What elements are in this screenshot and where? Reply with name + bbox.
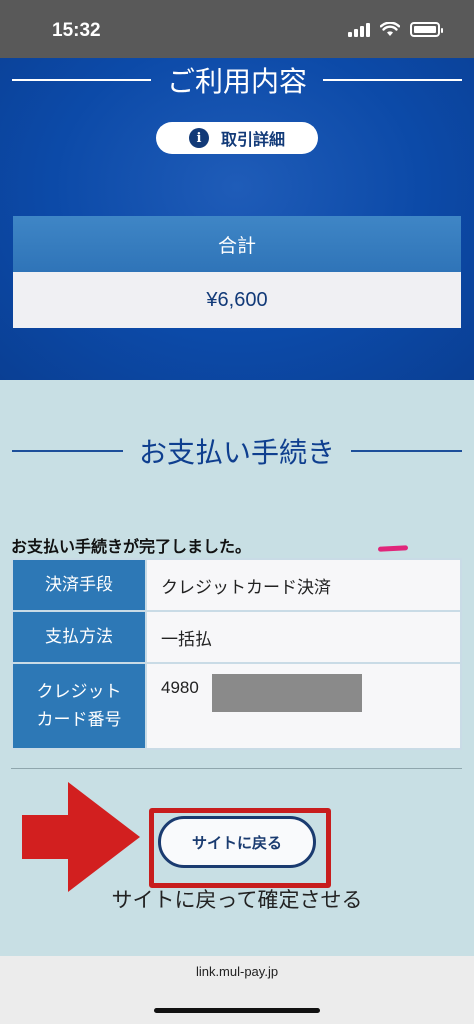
wifi-icon <box>380 22 400 36</box>
usage-section: ご利用内容 i 取引詳細 合計 ¥6,600 <box>0 58 474 380</box>
usage-heading-text: ご利用内容 <box>167 65 308 98</box>
table-row: 決済手段 クレジットカード決済 <box>11 558 462 612</box>
total-value: ¥6,600 <box>13 272 461 328</box>
transaction-detail-button[interactable]: i 取引詳細 <box>156 122 318 154</box>
heading-line-right <box>323 79 463 81</box>
card-number-label: クレジット カード番号 <box>11 662 147 750</box>
payment-complete-message: お支払い手続きが完了しました。 <box>11 537 252 556</box>
battery-icon <box>410 22 443 37</box>
section-divider <box>11 768 462 769</box>
signal-bars-icon <box>348 22 370 37</box>
payment-heading: お支払い手続き <box>0 430 474 472</box>
back-to-site-button[interactable]: サイトに戻る <box>158 816 316 868</box>
pink-highlight-mark <box>377 545 409 552</box>
card-number-value: 4980 <box>145 662 462 750</box>
payment-plan-label: 支払方法 <box>11 610 147 664</box>
status-bar: 15:32 <box>0 0 474 58</box>
red-arrow-icon <box>22 782 140 892</box>
payment-heading-text: お支払い手続き <box>139 436 336 469</box>
home-indicator[interactable] <box>154 1008 320 1013</box>
url-text[interactable]: link.mul-pay.jp <box>0 964 474 979</box>
annotation-caption: サイトに戻って確定させる <box>111 888 363 912</box>
payment-plan-value: 一括払 <box>145 610 462 664</box>
transaction-detail-label: 取引詳細 <box>220 130 285 149</box>
card-number-label-line1: クレジット <box>36 682 122 702</box>
heading-line-left <box>12 79 151 81</box>
card-number-label-line2: カード番号 <box>36 710 122 730</box>
payment-method-label: 決済手段 <box>11 558 147 612</box>
table-row: 支払方法 一括払 <box>11 610 462 664</box>
heading-line-right <box>351 450 463 452</box>
total-label: 合計 <box>13 216 461 272</box>
table-row: クレジット カード番号 4980 <box>11 662 462 750</box>
total-box: 合計 ¥6,600 <box>13 216 461 328</box>
info-icon: i <box>188 128 209 148</box>
status-icons <box>348 22 443 37</box>
payment-method-value: クレジットカード決済 <box>145 558 462 612</box>
browser-url-bar: link.mul-pay.jp <box>0 956 474 1024</box>
usage-heading: ご利用内容 <box>0 60 474 100</box>
card-number-redaction <box>212 674 362 712</box>
payment-info-table: 決済手段 クレジットカード決済 支払方法 一括払 クレジット カード番号 498… <box>11 558 462 750</box>
heading-line-left <box>12 450 123 452</box>
status-time: 15:32 <box>52 20 101 41</box>
card-number-prefix: 4980 <box>161 678 199 697</box>
